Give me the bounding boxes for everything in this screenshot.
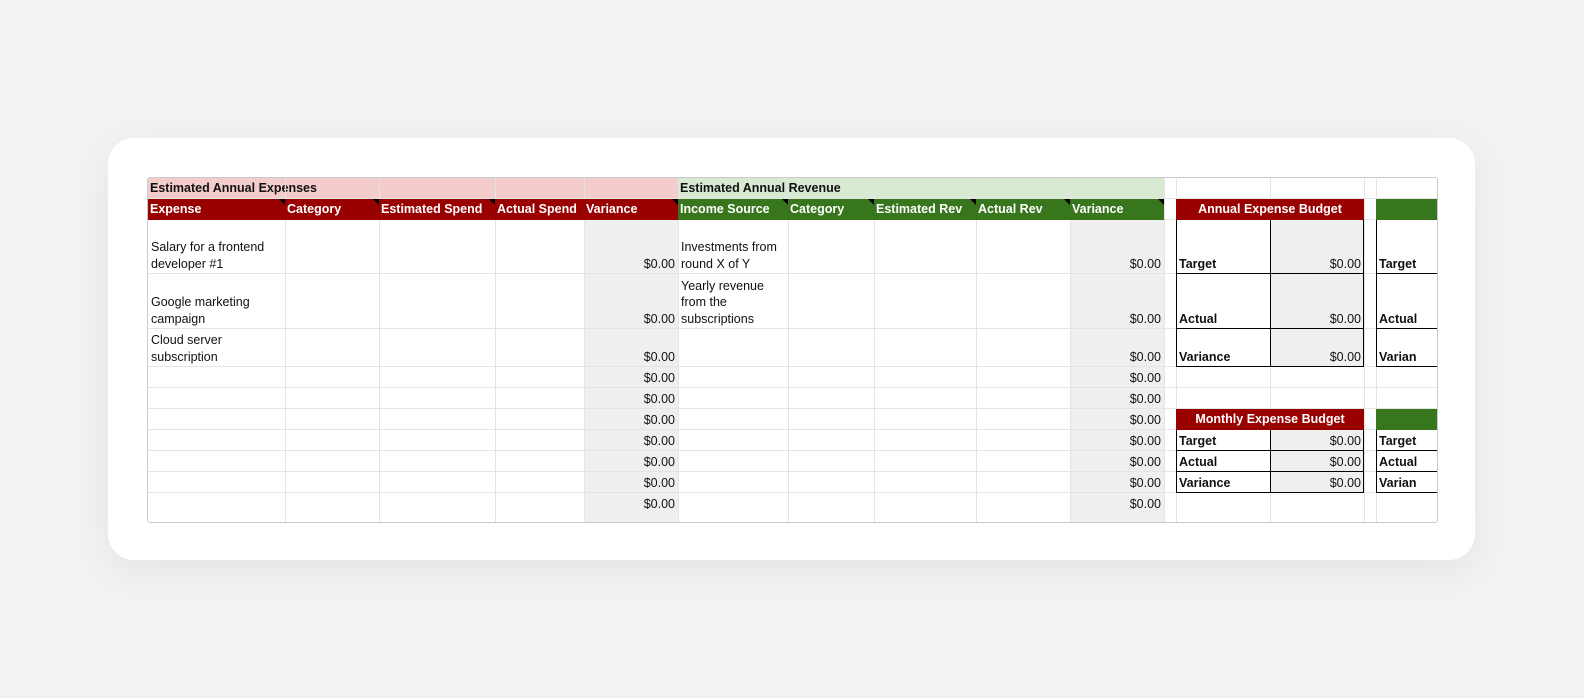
income-source-cell[interactable]: Investments from round X of Y bbox=[678, 220, 788, 274]
income-source-cell[interactable] bbox=[678, 388, 788, 409]
monthly-actual-value[interactable]: $0.00 bbox=[1270, 451, 1364, 472]
monthly-target-value[interactable]: $0.00 bbox=[1270, 430, 1364, 451]
annual-variance-label[interactable]: Variance bbox=[1176, 329, 1270, 367]
header-actual-spend[interactable]: Actual Spend bbox=[495, 199, 584, 220]
header-expense-variance[interactable]: Variance bbox=[584, 199, 678, 220]
revenue-variance-cell[interactable]: $0.00 bbox=[1070, 451, 1164, 472]
header-revenue-variance[interactable]: Variance bbox=[1070, 199, 1164, 220]
revenue-variance-cell[interactable]: $0.00 bbox=[1070, 493, 1164, 514]
annual-actual-label[interactable]: Actual bbox=[1176, 274, 1270, 329]
revenue-variance-cell[interactable]: $0.00 bbox=[1070, 220, 1164, 274]
income-source-cell[interactable]: Yearly revenue from the subscriptions bbox=[678, 274, 788, 329]
income-source-cell[interactable] bbox=[678, 329, 788, 367]
partial-monthly-target-label[interactable]: Target bbox=[1376, 430, 1437, 451]
expense-name-cell[interactable]: Google marketing campaign bbox=[148, 274, 285, 329]
expense-name-cell[interactable] bbox=[148, 409, 285, 430]
monthly-variance-label[interactable]: Variance bbox=[1176, 472, 1270, 493]
expense-variance-cell[interactable]: $0.00 bbox=[584, 220, 678, 274]
revenue-variance-cell[interactable]: $0.00 bbox=[1070, 329, 1164, 367]
annual-actual-value[interactable]: $0.00 bbox=[1270, 274, 1364, 329]
header-estimated-rev[interactable]: Estimated Rev bbox=[874, 199, 976, 220]
revenue-variance-cell[interactable]: $0.00 bbox=[1070, 409, 1164, 430]
monthly-variance-value[interactable]: $0.00 bbox=[1270, 472, 1364, 493]
expense-variance-cell[interactable]: $0.00 bbox=[584, 388, 678, 409]
expense-variance-cell[interactable]: $0.00 bbox=[584, 367, 678, 388]
partial-annual-target-label[interactable]: Target bbox=[1376, 220, 1437, 274]
partial-monthly-variance-label[interactable]: Varian bbox=[1376, 472, 1437, 493]
header-expense[interactable]: Expense bbox=[148, 199, 285, 220]
partial-monthly-actual-label[interactable]: Actual bbox=[1376, 451, 1437, 472]
expense-variance-cell[interactable]: $0.00 bbox=[584, 329, 678, 367]
partial-annual-variance-label[interactable]: Varian bbox=[1376, 329, 1437, 367]
annual-revenue-budget-title-partial[interactable] bbox=[1376, 199, 1437, 220]
partial-annual-actual-label[interactable]: Actual bbox=[1376, 274, 1437, 329]
expense-name-cell[interactable] bbox=[148, 493, 285, 514]
expense-name-cell[interactable]: Salary for a frontend developer #1 bbox=[148, 220, 285, 274]
revenue-section-title[interactable]: Estimated Annual Revenue bbox=[678, 178, 1164, 199]
annual-target-value[interactable]: $0.00 bbox=[1270, 220, 1364, 274]
income-source-cell[interactable] bbox=[678, 409, 788, 430]
expense-variance-cell[interactable]: $0.00 bbox=[584, 274, 678, 329]
expenses-section-title[interactable]: Estimated Annual Expenses bbox=[148, 178, 678, 199]
header-expense-category[interactable]: Category bbox=[285, 199, 379, 220]
revenue-variance-cell[interactable]: $0.00 bbox=[1070, 472, 1164, 493]
income-source-cell[interactable] bbox=[678, 367, 788, 388]
monthly-actual-label[interactable]: Actual bbox=[1176, 451, 1270, 472]
monthly-revenue-budget-title-partial[interactable] bbox=[1376, 409, 1437, 430]
income-source-cell[interactable] bbox=[678, 472, 788, 493]
monthly-target-label[interactable]: Target bbox=[1176, 430, 1270, 451]
header-income-source[interactable]: Income Source bbox=[678, 199, 788, 220]
revenue-variance-cell[interactable]: $0.00 bbox=[1070, 430, 1164, 451]
expense-name-cell[interactable] bbox=[148, 472, 285, 493]
header-revenue-category[interactable]: Category bbox=[788, 199, 874, 220]
expense-variance-cell[interactable]: $0.00 bbox=[584, 409, 678, 430]
header-actual-rev[interactable]: Actual Rev bbox=[976, 199, 1070, 220]
expense-variance-cell[interactable]: $0.00 bbox=[584, 430, 678, 451]
revenue-variance-cell[interactable]: $0.00 bbox=[1070, 367, 1164, 388]
annual-target-label[interactable]: Target bbox=[1176, 220, 1270, 274]
expense-name-cell[interactable] bbox=[148, 430, 285, 451]
income-source-cell[interactable] bbox=[678, 451, 788, 472]
header-estimated-spend[interactable]: Estimated Spend bbox=[379, 199, 495, 220]
revenue-variance-cell[interactable]: $0.00 bbox=[1070, 388, 1164, 409]
income-source-cell[interactable] bbox=[678, 430, 788, 451]
expense-variance-cell[interactable]: $0.00 bbox=[584, 451, 678, 472]
expense-name-cell[interactable] bbox=[148, 451, 285, 472]
expense-variance-cell[interactable]: $0.00 bbox=[584, 472, 678, 493]
expense-variance-cell[interactable]: $0.00 bbox=[584, 493, 678, 514]
spreadsheet-grid: Estimated Annual Expenses Estimated Annu… bbox=[147, 177, 1438, 523]
income-source-cell[interactable] bbox=[678, 493, 788, 514]
revenue-variance-cell[interactable]: $0.00 bbox=[1070, 274, 1164, 329]
annual-variance-value[interactable]: $0.00 bbox=[1270, 329, 1364, 367]
annual-expense-budget-title[interactable]: Annual Expense Budget bbox=[1176, 199, 1364, 220]
monthly-expense-budget-title[interactable]: Monthly Expense Budget bbox=[1176, 409, 1364, 430]
expense-name-cell[interactable]: Cloud server subscription bbox=[148, 329, 285, 367]
expense-name-cell[interactable] bbox=[148, 367, 285, 388]
expense-name-cell[interactable] bbox=[148, 388, 285, 409]
